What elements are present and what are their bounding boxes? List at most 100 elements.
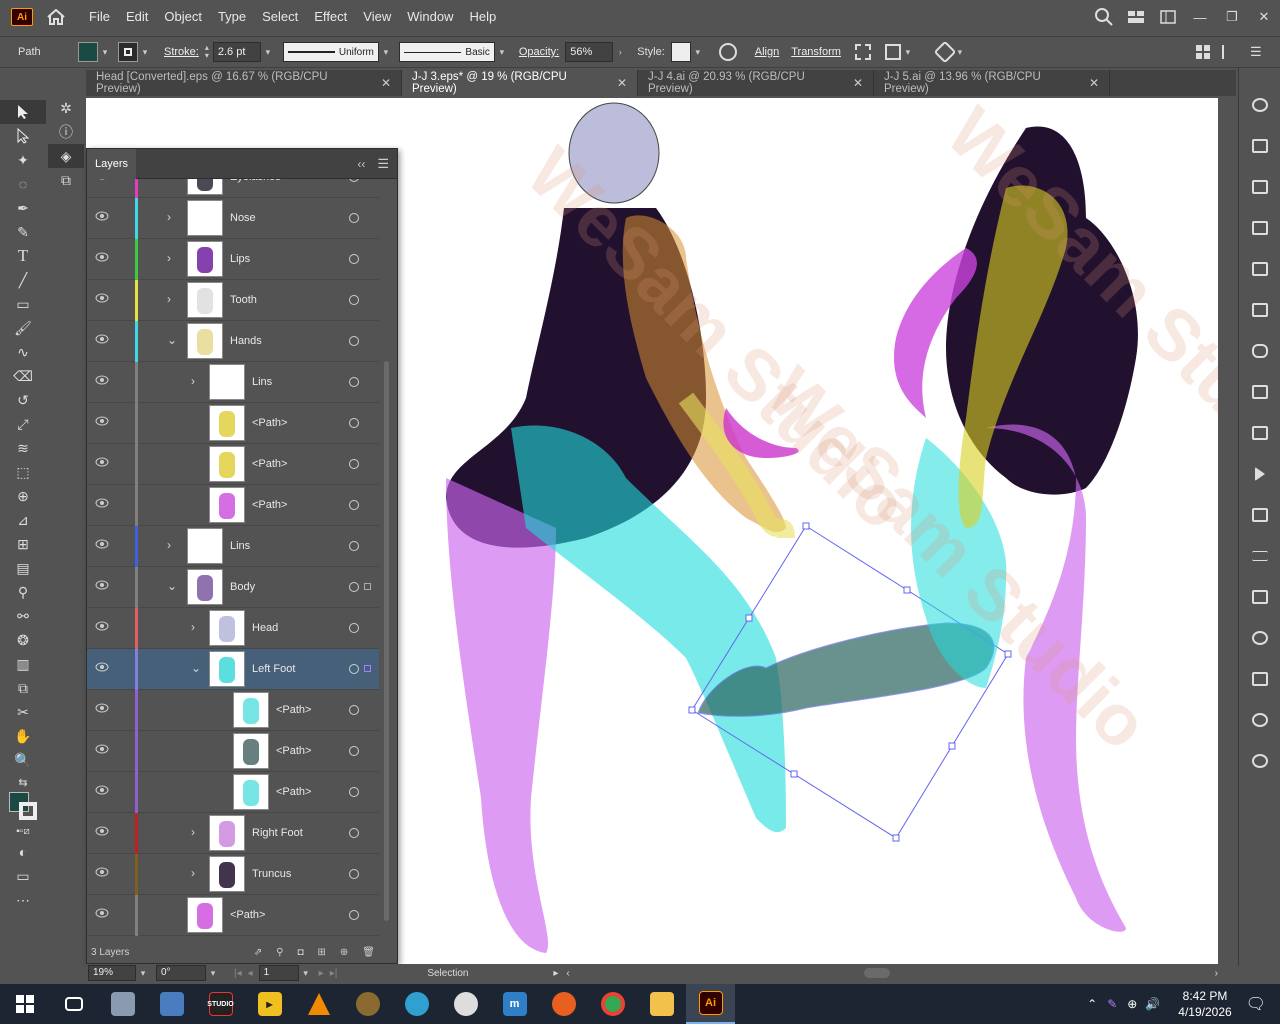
layer-row[interactable]: <Path> <box>87 403 379 444</box>
brushes-panel-icon[interactable] <box>1239 207 1280 248</box>
visibility-eye-icon[interactable] <box>95 416 109 430</box>
control-panel-menu-icon[interactable]: ☰ <box>1250 44 1264 60</box>
taskbar-app-inkscape-icon[interactable] <box>441 984 490 1024</box>
taskbar-app-vlc-icon[interactable] <box>294 984 343 1024</box>
rectangle-tool-icon[interactable]: ▭ <box>0 292 46 316</box>
artboards-panel-icon[interactable]: ⧉ <box>48 168 84 192</box>
visibility-eye-icon[interactable] <box>95 580 109 594</box>
transparency-panel-icon[interactable] <box>1239 617 1280 658</box>
tab-jj4[interactable]: J-J 4.ai @ 20.93 % (RGB/CPU Preview) ✕ <box>638 70 874 96</box>
selection-indicator[interactable] <box>364 665 371 672</box>
layer-row[interactable]: › Right Foot <box>87 813 379 854</box>
target-appearance-icon[interactable] <box>349 336 359 346</box>
perspective-grid-tool-icon[interactable]: ⊿ <box>0 508 46 532</box>
column-graph-tool-icon[interactable]: ▥ <box>0 652 46 676</box>
left-figure-head[interactable] <box>568 102 660 204</box>
layer-row[interactable]: › Nose <box>87 198 379 239</box>
panel-menu-icon[interactable]: ☰ <box>377 156 389 172</box>
visibility-eye-icon[interactable] <box>95 498 109 512</box>
taskbar-app-chrome-icon[interactable] <box>588 984 637 1024</box>
visibility-eye-icon[interactable] <box>95 179 109 184</box>
target-appearance-icon[interactable] <box>349 623 359 633</box>
notifications-icon[interactable]: 🗨 <box>1246 994 1266 1014</box>
type-tool-icon[interactable]: T <box>0 244 46 268</box>
visibility-eye-icon[interactable] <box>95 334 109 348</box>
taskbar-app-m-icon[interactable]: m <box>490 984 539 1024</box>
maximize-icon[interactable]: ❐ <box>1216 0 1248 34</box>
gradient-tool-icon[interactable]: ▤ <box>0 556 46 580</box>
layer-name[interactable]: Lins <box>252 376 272 388</box>
windows-start-icon[interactable] <box>0 984 49 1024</box>
expand-chevron-icon[interactable]: › <box>191 866 195 880</box>
style-dropdown-icon[interactable]: ▾ <box>691 47 705 58</box>
color-modes-icon[interactable]: ▪▫⧄ <box>0 822 46 840</box>
mesh-tool-icon[interactable]: ⊞ <box>0 532 46 556</box>
menu-window[interactable]: Window <box>399 0 461 34</box>
visibility-eye-icon[interactable] <box>95 375 109 389</box>
symbols-panel-icon[interactable] <box>1239 248 1280 289</box>
layer-name[interactable]: Eyelashes <box>230 179 281 183</box>
target-appearance-icon[interactable] <box>349 254 359 264</box>
layer-name[interactable]: Tooth <box>230 294 257 306</box>
magic-wand-tool-icon[interactable]: ✦ <box>0 148 46 172</box>
taskbar-app-illustrator-icon[interactable]: Ai <box>686 984 735 1024</box>
layer-name[interactable]: Lips <box>230 253 250 265</box>
new-layer-icon[interactable]: ⊕ <box>340 947 348 958</box>
screen-mode-icon[interactable]: ▭ <box>0 864 46 888</box>
swatches-panel-icon[interactable] <box>1239 166 1280 207</box>
layer-row[interactable]: › Tooth <box>87 280 379 321</box>
layers-panel-icon[interactable]: ◈ <box>48 144 84 168</box>
artboard-dropdown-icon[interactable]: ▾ <box>299 968 313 979</box>
visibility-eye-icon[interactable] <box>95 785 109 799</box>
isolate-group-icon[interactable] <box>854 44 871 60</box>
zoom-dropdown-icon[interactable]: ▾ <box>136 968 150 979</box>
target-appearance-icon[interactable] <box>349 664 359 674</box>
layer-row[interactable]: › Head <box>87 608 379 649</box>
pen-tool-icon[interactable]: ✒ <box>0 196 46 220</box>
status-menu-icon[interactable]: ▸ <box>553 968 558 979</box>
edit-toolbar-icon[interactable]: ⋯ <box>0 888 46 912</box>
delete-layer-icon[interactable]: 🗑 <box>362 947 375 958</box>
target-appearance-icon[interactable] <box>349 787 359 797</box>
previous-artboard-icon[interactable]: ◂ <box>248 968 253 979</box>
volume-icon[interactable]: 🔊 <box>1145 997 1160 1011</box>
layer-name[interactable]: Right Foot <box>252 827 303 839</box>
shape-builder-tool-icon[interactable]: ⊕ <box>0 484 46 508</box>
collapse-chevron-icon[interactable]: ⌄ <box>191 661 201 675</box>
layer-row[interactable]: › Lins <box>87 526 379 567</box>
search-icon[interactable] <box>1088 0 1120 34</box>
menu-select[interactable]: Select <box>254 0 306 34</box>
recolor-artwork-icon[interactable] <box>718 43 737 61</box>
links-panel-icon[interactable] <box>1239 330 1280 371</box>
align-panel-icon[interactable] <box>1239 371 1280 412</box>
profile-dropdown-icon[interactable]: ▾ <box>379 47 393 58</box>
expand-chevron-icon[interactable]: › <box>191 620 195 634</box>
variable-width-profile[interactable]: Uniform <box>282 42 379 62</box>
curvature-tool-icon[interactable]: ✎ <box>0 220 46 244</box>
left-figure[interactable] <box>446 102 799 953</box>
export-panel-icon[interactable] <box>1239 658 1280 699</box>
layers-tab[interactable]: Layers <box>87 148 137 179</box>
expand-chevron-icon[interactable]: › <box>167 179 171 183</box>
arrange-documents-icon[interactable] <box>1152 0 1184 34</box>
slice-tool-icon[interactable]: ✂ <box>0 700 46 724</box>
menu-edit[interactable]: Edit <box>118 0 156 34</box>
color-guide-icon[interactable] <box>1239 125 1280 166</box>
visibility-eye-icon[interactable] <box>95 621 109 635</box>
fill-swatch[interactable] <box>78 42 98 62</box>
layer-name[interactable]: <Path> <box>276 745 311 757</box>
stroke-swatch[interactable] <box>118 42 138 62</box>
warp-tool-icon[interactable]: ≋ <box>0 436 46 460</box>
free-transform-tool-icon[interactable]: ⬚ <box>0 460 46 484</box>
target-appearance-icon[interactable] <box>349 869 359 879</box>
visibility-eye-icon[interactable] <box>95 867 109 881</box>
target-appearance-icon[interactable] <box>349 459 359 469</box>
menu-view[interactable]: View <box>355 0 399 34</box>
layer-row[interactable]: <Path> <box>87 444 379 485</box>
layer-row[interactable]: ⌄ Body <box>87 567 379 608</box>
locate-object-icon[interactable]: ⚲ <box>276 947 283 958</box>
layer-name[interactable]: <Path> <box>276 704 311 716</box>
artboard-number-field[interactable]: 1 <box>258 965 299 981</box>
transform-link[interactable]: Transform <box>791 46 841 58</box>
zoom-tool-icon[interactable]: 🔍 <box>0 748 46 772</box>
